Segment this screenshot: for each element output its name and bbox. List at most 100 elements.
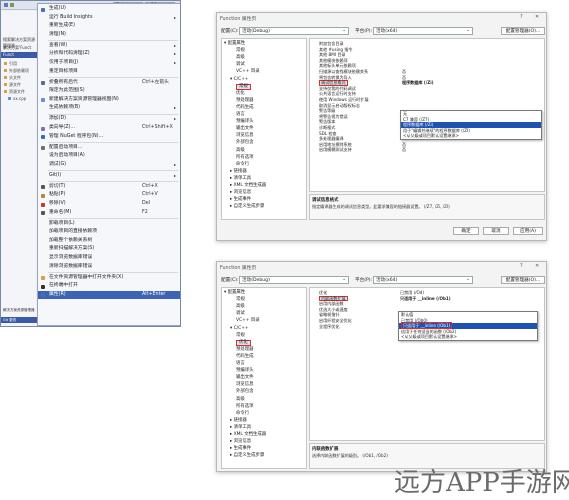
solution-search[interactable]: 搜索解决方案资源管理器: [1, 37, 37, 48]
tree-item[interactable]: VC++ 目录: [236, 69, 260, 75]
dropdown-option[interactable]: <从父级或项目默认设置继承>: [399, 334, 537, 340]
tree-item[interactable]: 预处理器: [236, 98, 254, 104]
platform-combo[interactable]: 活动(x64): [373, 27, 473, 35]
menu-item[interactable]: 分析和代码清理(Z) ▸: [38, 50, 180, 59]
menu-item[interactable]: 清除浏览数据库错误: [38, 263, 180, 272]
property-row[interactable]: 启用模糊测试支持 否: [310, 147, 544, 153]
tree-item[interactable]: 高级: [236, 304, 245, 310]
inline-expansion-dropdown[interactable]: 默认值 已禁用 (/Ob0) 只适用于 __inline (/Ob1) 适用于任何适当…: [398, 311, 538, 341]
tree-item[interactable]: 外部包含: [236, 389, 254, 395]
tree-item[interactable]: ▸ 生成事件: [230, 446, 251, 452]
tree-item[interactable]: 调试: [236, 311, 245, 317]
menu-item[interactable]: 清理(N): [38, 31, 180, 40]
menu-item[interactable]: 类向导(Z)... Ctrl+Shift+X: [38, 124, 180, 133]
menu-item[interactable]: 属性(R) Alt+Enter: [38, 290, 180, 300]
platform-combo[interactable]: 活动(x64): [373, 276, 473, 284]
menu-item[interactable]: 生成(U): [38, 5, 180, 14]
config-combo[interactable]: 活动(Debug): [239, 276, 349, 284]
tab-git-changes[interactable]: Git 更改: [1, 317, 37, 323]
menu-item[interactable]: 卸载项目(L): [38, 220, 180, 229]
tree-item[interactable]: 命令行: [236, 162, 249, 168]
apply-button[interactable]: 应用(A): [513, 227, 543, 235]
help-icon[interactable]: ?: [520, 14, 523, 20]
menu-item[interactable]: 重定目标项目: [38, 68, 180, 77]
close-icon[interactable]: ✕: [535, 263, 539, 269]
tree-item[interactable]: ▸ 浏览信息: [230, 439, 251, 445]
menu-item[interactable]: 在文件资源管理器中打开文件夹(X): [38, 274, 180, 283]
menu-item[interactable]: 移除(V) Del: [38, 200, 180, 209]
tree-item[interactable]: 所有选项: [236, 155, 254, 161]
tree-item[interactable]: ▾ C/C++: [230, 326, 249, 332]
tree-item[interactable]: ▸ 链接器: [230, 418, 247, 424]
tree-item[interactable]: ▸ 自定义生成步骤: [230, 453, 264, 459]
tree-item[interactable]: 常规: [236, 83, 251, 90]
tree-item[interactable]: 源文件: [4, 82, 34, 87]
tree-item[interactable]: ▸ 自定义生成步骤: [230, 204, 264, 210]
close-icon[interactable]: ✕: [535, 14, 539, 20]
tree-item[interactable]: 常规: [236, 48, 245, 54]
menu-item[interactable]: 设为启动项目(A): [38, 152, 180, 161]
menu-item[interactable]: 加载整个依赖关系树: [38, 237, 180, 246]
menu-item[interactable]: 添加(D) ▸: [38, 115, 180, 124]
tree-item[interactable]: 常规: [236, 297, 245, 303]
config-combo[interactable]: 活动(Debug): [239, 27, 349, 35]
menu-item[interactable]: 重新扫描解决方案(S): [38, 245, 180, 254]
tree-item[interactable]: ▸ 清单工具: [230, 425, 251, 431]
tree-item[interactable]: 优化: [236, 91, 245, 97]
tree-item[interactable]: 代码生成: [236, 354, 254, 360]
cancel-button[interactable]: 取消: [483, 227, 509, 235]
tree-item[interactable]: ▾ 配置属性: [224, 290, 245, 296]
tree-item[interactable]: 浏览信息: [236, 133, 254, 139]
menu-item[interactable]: 加载项目的直接依赖项: [38, 228, 180, 237]
tree-item[interactable]: 高级: [236, 397, 245, 403]
tree-item[interactable]: 预编译头: [236, 119, 254, 125]
tree-item[interactable]: 引用: [4, 61, 34, 66]
help-icon[interactable]: ?: [520, 263, 523, 269]
tree-item[interactable]: 命令行: [236, 411, 249, 417]
tab-solution-explorer[interactable]: 解决方案资源管理器: [1, 307, 37, 313]
config-manager-button[interactable]: 配置管理器(O)...: [501, 276, 545, 284]
dropdown-option[interactable]: <从父级或项目默认设置继承>: [401, 133, 541, 139]
tree-item[interactable]: 外部依赖项: [4, 68, 34, 73]
menu-item[interactable]: 在终端中打开: [38, 282, 180, 291]
tree-item[interactable]: 语言: [236, 361, 245, 367]
tree-item[interactable]: 输出文件: [236, 126, 254, 132]
menu-item[interactable]: 剪切(T) Ctrl+X: [38, 183, 180, 192]
menu-item[interactable]: 配置启动项目...: [38, 144, 180, 153]
debug-format-dropdown[interactable]: 无 C7 兼容 (/Z7) 程序数据库 (/Zi) 用于"编辑并继续"的程序数据库 (…: [400, 110, 542, 140]
tree-item[interactable]: ▸ 清单工具: [230, 176, 251, 182]
tree-item[interactable]: 预编译头: [236, 368, 254, 374]
menu-item[interactable]: 调试(G) ▸: [38, 161, 180, 170]
tree-item[interactable]: ▸ XML 文档生成器: [230, 432, 266, 438]
tree-item[interactable]: ▸ 链接器: [230, 169, 247, 175]
menu-item[interactable]: 运行 Build Insights ▸: [38, 14, 180, 23]
tree-item[interactable]: 优化: [236, 339, 251, 346]
config-manager-button[interactable]: 配置管理器(O)...: [501, 27, 545, 35]
menu-item[interactable]: 新建解决方案资源管理器视图(N): [38, 96, 180, 105]
project-node[interactable]: Funct: [1, 52, 37, 58]
menu-item[interactable]: 折叠所有后代 Ctrl+左箭头: [38, 79, 180, 88]
tree-item[interactable]: 高级: [236, 55, 245, 61]
tree-item[interactable]: 资源文件: [4, 89, 34, 94]
menu-item[interactable]: 生成依赖项(B) ▸: [38, 104, 180, 113]
forward-icon[interactable]: [10, 3, 14, 7]
tree-item[interactable]: ▸ XML 文档生成器: [230, 183, 266, 189]
menu-item[interactable]: Git(I) ▸: [38, 172, 180, 181]
tree-item[interactable]: 所有选项: [236, 404, 254, 410]
tree-item[interactable]: 输出文件: [236, 375, 254, 381]
tree-item[interactable]: 语言: [236, 112, 245, 118]
tree-item[interactable]: ▸ 浏览信息: [230, 190, 251, 196]
tree-item[interactable]: 常规: [236, 333, 245, 339]
ok-button[interactable]: 确定: [453, 227, 479, 235]
menu-item[interactable]: 显示浏览数据库错误: [38, 254, 180, 263]
tree-item[interactable]: 外部包含: [236, 140, 254, 146]
menu-item[interactable]: 限定为此范围(S): [38, 87, 180, 96]
menu-item[interactable]: 重命名(M) F2: [38, 209, 180, 218]
menu-item[interactable]: 重新生成(E): [38, 22, 180, 31]
tree-item[interactable]: VC++ 目录: [236, 318, 260, 324]
tree-item[interactable]: 浏览信息: [236, 382, 254, 388]
tree-item[interactable]: 代码生成: [236, 105, 254, 111]
solution-node[interactable]: 解决方案'Funct: [1, 45, 37, 51]
tree-item[interactable]: xx.cpp: [8, 96, 38, 101]
tree-item[interactable]: ▾ 配置属性: [224, 41, 245, 47]
